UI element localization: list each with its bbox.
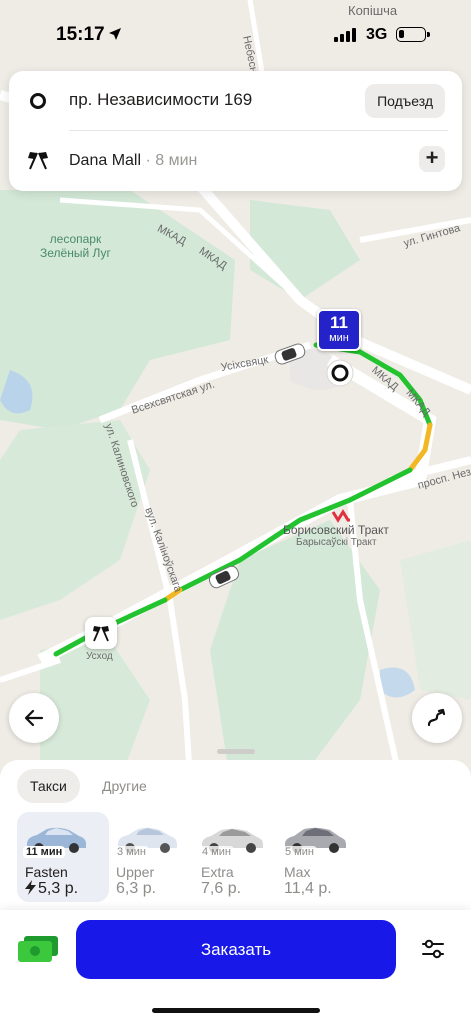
order-settings-icon[interactable] <box>421 938 445 960</box>
tariff-name: Extra <box>201 864 234 880</box>
checkered-flags-icon <box>93 626 109 642</box>
tariff-name: Fasten <box>25 864 68 880</box>
tariff-price: 5,3 р. <box>25 880 78 898</box>
map-label-metro-station: Борисовский Тракт <box>283 523 389 537</box>
destination-name: Dana Mall <box>69 152 142 169</box>
tariff-price: 7,6 р. <box>201 880 242 897</box>
entrance-button[interactable]: Подъезд <box>365 84 445 118</box>
pickup-address-row[interactable]: пр. Независимости 169 Подъезд <box>9 71 462 129</box>
status-time: 15:17 <box>56 24 105 45</box>
destination-address: Dana Mall · 8 мин <box>69 150 197 170</box>
arrow-left-icon <box>24 709 44 727</box>
tariff-fasten[interactable]: 11 мин Fasten 5,3 р. <box>17 812 109 902</box>
tariff-list: 11 мин Fasten 5,3 р. 3 мин Upper 6,3 р. … <box>17 812 471 902</box>
pickup-address: пр. Независимости 169 <box>69 90 253 109</box>
pickup-eta-marker[interactable]: 11 мин <box>317 309 361 351</box>
battery-icon <box>396 27 430 42</box>
signal-icon <box>334 28 356 42</box>
tariff-time: 3 мин <box>114 846 149 858</box>
address-card: пр. Независимости 169 Подъезд Dana Mall … <box>9 71 462 191</box>
order-bar: Заказать <box>0 910 471 1024</box>
order-button[interactable]: Заказать <box>76 920 396 979</box>
map-label-metro-station-by: Барысаўскi Тракт <box>296 537 377 548</box>
eta-marker-number: 11 <box>330 313 348 332</box>
tariff-price: 11,4 р. <box>284 880 332 897</box>
tariff-upper[interactable]: 3 мин Upper 6,3 р. <box>108 812 200 902</box>
tariff-time: 4 мин <box>199 846 234 858</box>
tariff-name: Upper <box>116 864 155 880</box>
checkered-flags-icon <box>28 152 48 170</box>
tariff-time: 11 мин <box>23 846 66 858</box>
route-icon <box>427 708 446 727</box>
location-arrow-icon <box>109 28 121 40</box>
home-indicator[interactable] <box>152 1008 320 1013</box>
eta-marker-unit: мин <box>329 332 349 344</box>
route-button[interactable] <box>412 693 462 743</box>
tariff-extra[interactable]: 4 мин Extra 7,6 р. <box>193 812 285 902</box>
status-network: 3G <box>366 26 388 43</box>
tariff-time: 5 мин <box>282 846 317 858</box>
map-label-park: лесопарк Зелёный Луг <box>40 232 111 260</box>
tariff-price: 6,3 р. <box>116 880 157 897</box>
tariff-price-value: 5,3 р. <box>38 880 79 897</box>
tariff-name: Max <box>284 864 311 880</box>
tab-taxi[interactable]: Такси <box>17 769 80 803</box>
map-label-uskhod: Усход <box>86 651 113 662</box>
lightning-icon <box>25 880 36 895</box>
destination-eta: · 8 мин <box>141 152 198 169</box>
sheet-handle[interactable] <box>217 749 255 754</box>
cash-payment-icon[interactable] <box>18 936 58 962</box>
add-stop-button[interactable]: + <box>419 146 445 172</box>
destination-marker[interactable] <box>85 617 117 649</box>
destination-address-row[interactable]: Dana Mall · 8 мин + <box>9 131 462 189</box>
tariff-max[interactable]: 5 мин Max 11,4 р. <box>276 812 368 902</box>
tab-other[interactable]: Другие <box>89 769 160 803</box>
pickup-point-icon <box>30 93 46 109</box>
status-bar: 15:17 3G <box>0 0 471 70</box>
back-button[interactable] <box>9 693 59 743</box>
